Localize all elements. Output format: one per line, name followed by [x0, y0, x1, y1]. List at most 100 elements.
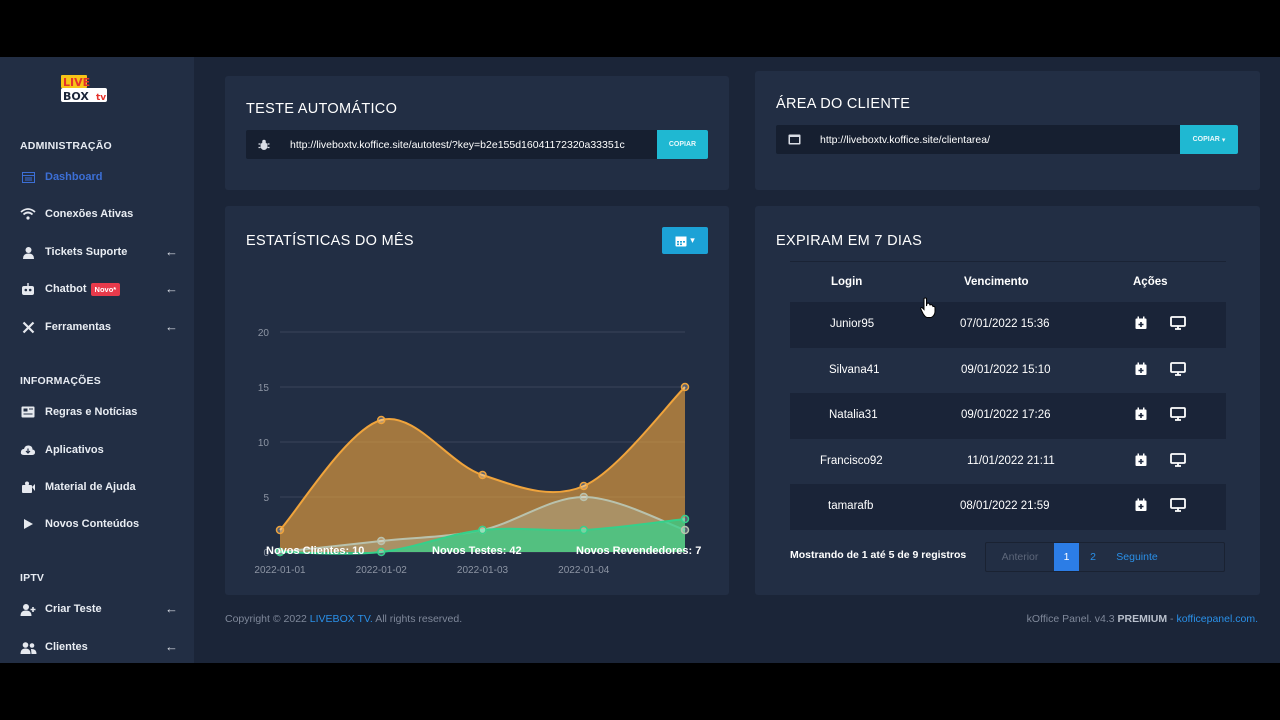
data-point: [478, 470, 487, 480]
x-tick-label: 2022-01-02: [356, 565, 408, 576]
premium-label: PREMIUM: [1117, 613, 1168, 625]
table-row: tamarafb 08/01/2022 21:59: [790, 484, 1226, 530]
arrow-left-icon: ←: [165, 319, 178, 334]
arrow-left-icon: ←: [165, 601, 178, 616]
table-info: Mostrando de 1 até 5 de 9 registros: [790, 549, 967, 561]
calendar-plus-icon[interactable]: [1134, 362, 1150, 378]
pager-page-1[interactable]: 1: [1054, 543, 1079, 571]
novos-revendedores-stat: Novos Revendedores: 7: [576, 545, 702, 557]
data-point: [579, 481, 588, 491]
calendar-plus-icon[interactable]: [1134, 498, 1150, 514]
sidebar-item-novos-conteudos[interactable]: Novos Conteúdos: [18, 512, 178, 536]
sidebar-item-label: Aplicativos: [45, 444, 104, 456]
row-login: Silvana41: [829, 364, 880, 376]
play-icon: [18, 516, 38, 532]
y-tick-label: 15: [258, 383, 270, 394]
sidebar-item-clientes[interactable]: Clientes ←: [18, 635, 178, 659]
autotest-card: TESTE AUTOMÁTICO http://liveboxtv.koffic…: [225, 76, 729, 190]
sidebar-item-label: Regras e Notícias: [45, 406, 138, 418]
pager-page-2[interactable]: 2: [1079, 543, 1107, 571]
sidebar-item-dashboard[interactable]: Dashboard: [18, 165, 178, 189]
novos-clientes-stat: Novos Clientes: 10: [266, 545, 365, 557]
header-login[interactable]: Login: [831, 276, 862, 288]
sidebar-item-label: Conexões Ativas: [45, 208, 134, 220]
monitor-icon[interactable]: [1170, 498, 1186, 514]
dashboard-icon: [18, 169, 38, 185]
expiring-title: EXPIRAM EM 7 DIAS: [776, 233, 923, 249]
data-point: [579, 492, 588, 502]
monitor-icon[interactable]: [1170, 453, 1186, 469]
row-due: 11/01/2022 21:11: [967, 455, 1055, 467]
cloud-download-icon: [18, 442, 38, 458]
client-area-url-field[interactable]: http://liveboxtv.koffice.site/clientarea…: [812, 134, 1180, 146]
section-title-iptv: IPTV: [20, 572, 45, 584]
row-login: tamarafb: [828, 500, 874, 512]
robot-icon: [18, 281, 38, 297]
y-tick-label: 5: [263, 493, 269, 504]
novos-testes-stat: Novos Testes: 42: [432, 545, 522, 557]
row-due: 08/01/2022 21:59: [960, 500, 1050, 512]
row-login: Francisco92: [820, 455, 883, 467]
livebox-logo[interactable]: LIVE BOX tv: [58, 74, 112, 104]
table-divider: [790, 261, 1226, 262]
data-point: [680, 514, 690, 524]
stats-title: ESTATÍSTICAS DO MÊS: [246, 233, 414, 249]
copyright-text: Copyright © 2022: [225, 613, 307, 625]
calendar-plus-icon[interactable]: [1134, 453, 1150, 469]
sidebar-item-conexoes[interactable]: Conexões Ativas: [18, 202, 178, 226]
stats-card: ESTATÍSTICAS DO MÊS ▾ 0 5 10 15 20 2022-01-01…: [225, 206, 729, 595]
data-point: [377, 415, 386, 425]
sidebar-item-ferramentas[interactable]: Ferramentas ←: [18, 315, 178, 339]
sidebar-item-label: Clientes: [45, 641, 88, 653]
copy-label: COPIAR: [1192, 136, 1220, 143]
table-row: Natalia31 09/01/2022 17:26: [790, 393, 1226, 439]
autotest-url-field[interactable]: http://liveboxtv.koffice.site/autotest/?…: [282, 139, 657, 151]
support-icon: [18, 244, 38, 260]
copy-autotest-button[interactable]: COPIAR: [657, 130, 708, 159]
svg-text:BOX: BOX: [63, 90, 89, 103]
row-due: 07/01/2022 15:36: [960, 318, 1050, 330]
footer-copyright: Copyright © 2022 LIVEBOX TV. All rights …: [225, 613, 462, 625]
new-badge: Novo*: [90, 282, 121, 296]
sidebar-item-label: Novos Conteúdos: [45, 518, 140, 530]
data-point: [275, 525, 285, 535]
y-tick-label: 20: [258, 328, 270, 339]
data-point: [579, 525, 588, 535]
client-area-title: ÁREA DO CLIENTE: [776, 96, 911, 112]
brand-link[interactable]: LIVEBOX TV.: [310, 613, 373, 625]
svg-text:tv: tv: [96, 93, 106, 103]
sidebar-item-label: Criar Teste: [45, 603, 102, 615]
tools-icon: [18, 319, 38, 335]
y-tick-label: 10: [258, 438, 270, 449]
panel-version: kOffice Panel. v4.3: [1026, 613, 1115, 625]
sidebar-item-criar-teste[interactable]: Criar Teste ←: [18, 597, 178, 621]
bug-icon: [246, 139, 282, 151]
koffice-link[interactable]: kofficepanel.com.: [1176, 613, 1258, 625]
row-due: 09/01/2022 17:26: [961, 409, 1051, 421]
data-point: [377, 536, 386, 546]
header-vencimento[interactable]: Vencimento: [964, 276, 1029, 288]
monitor-icon[interactable]: [1170, 316, 1186, 332]
pager-next[interactable]: Seguinte: [1107, 543, 1167, 571]
calendar-dropdown-button[interactable]: ▾: [662, 227, 708, 254]
sidebar-item-aplicativos[interactable]: Aplicativos: [18, 438, 178, 462]
x-tick-label: 2022-01-04: [558, 565, 610, 576]
sidebar-item-regras[interactable]: Regras e Notícias: [18, 400, 178, 424]
row-login: Junior95: [830, 318, 875, 330]
user-plus-icon: [18, 601, 38, 617]
calendar-plus-icon[interactable]: [1134, 407, 1150, 423]
monitor-icon[interactable]: [1170, 362, 1186, 378]
sidebar-item-chatbot[interactable]: Chatbot Novo* ←: [18, 277, 178, 301]
header-acoes[interactable]: Ações: [1133, 276, 1168, 288]
footer-panel-info: kOffice Panel. v4.3 PREMIUM - kofficepan…: [1027, 613, 1258, 625]
table-row: Silvana41 09/01/2022 15:10: [790, 348, 1226, 394]
sidebar-item-material[interactable]: Material de Ajuda: [18, 475, 178, 499]
monitor-icon[interactable]: [1170, 407, 1186, 423]
pager-prev[interactable]: Anterior: [986, 543, 1054, 571]
calendar-plus-icon[interactable]: [1134, 316, 1150, 332]
chevron-down-icon: ▾: [1221, 136, 1226, 144]
section-title-info: INFORMAÇÕES: [20, 375, 101, 387]
data-point: [377, 547, 386, 557]
copy-client-area-dropdown[interactable]: COPIAR ▾: [1180, 125, 1238, 154]
sidebar-item-tickets[interactable]: Tickets Suporte ←: [18, 240, 178, 264]
